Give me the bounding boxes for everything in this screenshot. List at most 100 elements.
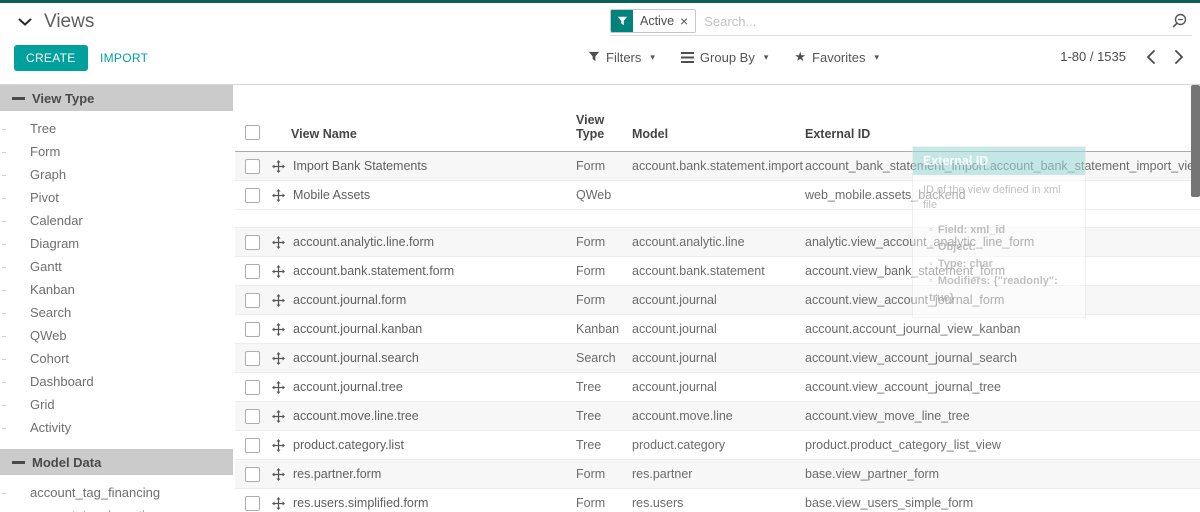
row-checkbox[interactable] (245, 380, 260, 395)
table-row[interactable]: account.bank.statement.form Form account… (235, 257, 1200, 286)
drag-handle-icon[interactable] (272, 468, 285, 481)
group-by-menu[interactable]: Group By ▾ (681, 50, 768, 65)
row-checkbox[interactable] (245, 293, 260, 308)
view-type-cell: Form (576, 152, 632, 181)
page-title: Views (44, 11, 94, 33)
external-id-cell: product.product_category_list_view (805, 431, 1200, 460)
table-row[interactable]: res.partner.form Form res.partner base.v… (235, 460, 1200, 489)
sidebar-item[interactable]: Diagram (0, 232, 233, 255)
sidebar-item[interactable]: account_tag_investing (0, 504, 233, 512)
view-type-cell: Form (576, 228, 632, 257)
create-button[interactable]: CREATE (14, 45, 88, 71)
pager-next-button[interactable] (1175, 50, 1184, 64)
table-row[interactable]: account.move.line.tree Tree account.move… (235, 402, 1200, 431)
row-checkbox[interactable] (245, 322, 260, 337)
sidebar-item[interactable]: Gantt (0, 255, 233, 278)
sidebar-item[interactable]: Tree (0, 117, 233, 140)
sidebar-item[interactable]: QWeb (0, 324, 233, 347)
external-id-cell: base.view_partner_form (805, 460, 1200, 489)
sidebar-item[interactable]: Activity (0, 416, 233, 439)
drag-handle-icon[interactable] (272, 294, 285, 307)
sidebar-item[interactable]: Calendar (0, 209, 233, 232)
table-row[interactable]: account.journal.tree Tree account.journa… (235, 373, 1200, 402)
table-row[interactable]: Import Bank Statements Form account.bank… (235, 152, 1200, 181)
row-checkbox[interactable] (245, 235, 260, 250)
chevron-down-icon[interactable] (18, 18, 32, 27)
model-cell (632, 181, 805, 210)
row-checkbox[interactable] (245, 438, 260, 453)
search-icon[interactable] (1170, 12, 1188, 30)
table-header-row: View Name View Type Model External ID (235, 85, 1200, 152)
column-view-type[interactable]: View Type (576, 85, 632, 152)
row-checkbox[interactable] (245, 188, 260, 203)
table-row[interactable]: Mobile Assets QWeb web_mobile.assets_bac… (235, 181, 1200, 210)
drag-handle-icon[interactable] (272, 410, 285, 423)
model-cell: account.bank.statement (632, 257, 805, 286)
breadcrumb: Views (18, 11, 94, 33)
external-id-cell: account.view_bank_statement_form (805, 257, 1200, 286)
row-checkbox[interactable] (245, 496, 260, 511)
list-view: View Name View Type Model External ID (235, 85, 1200, 512)
sidebar-item[interactable]: Cohort (0, 347, 233, 370)
row-checkbox[interactable] (245, 264, 260, 279)
sidebar-section-view-type[interactable]: View Type (0, 85, 233, 111)
sidebar-item[interactable]: Dashboard (0, 370, 233, 393)
drag-handle-icon[interactable] (272, 189, 285, 202)
drag-handle-icon[interactable] (272, 236, 285, 249)
drag-handle-icon[interactable] (272, 439, 285, 452)
row-checkbox[interactable] (245, 409, 260, 424)
view-name: account.journal.tree (293, 380, 403, 394)
table-row[interactable]: account.journal.form Form account.journa… (235, 286, 1200, 315)
filters-menu[interactable]: Filters ▾ (588, 50, 655, 65)
import-button[interactable]: IMPORT (94, 45, 154, 71)
select-all-checkbox[interactable] (245, 125, 260, 140)
view-name: account.journal.kanban (293, 322, 422, 336)
table-row[interactable]: product.category.list Tree product.categ… (235, 431, 1200, 460)
column-view-name[interactable]: View Name (271, 85, 576, 152)
table-row[interactable]: account.analytic.line.form Form account.… (235, 228, 1200, 257)
sidebar-item[interactable]: account_tag_financing (0, 481, 233, 504)
view-name: account.journal.form (293, 293, 406, 307)
drag-handle-icon[interactable] (272, 160, 285, 173)
view-name: res.partner.form (293, 467, 381, 481)
table-row[interactable]: account.journal.search Search account.jo… (235, 344, 1200, 373)
table-row[interactable]: account.journal.kanban Kanban account.jo… (235, 315, 1200, 344)
drag-handle-icon[interactable] (272, 265, 285, 278)
external-id-cell: account_bank_statement_import.account_ba… (805, 152, 1200, 181)
caret-down-icon: ▾ (650, 52, 655, 63)
sidebar-item[interactable]: Pivot (0, 186, 233, 209)
drag-handle-icon[interactable] (272, 381, 285, 394)
view-type-cell: Search (576, 344, 632, 373)
column-external-id[interactable]: External ID (805, 85, 1200, 152)
top-strip (0, 0, 1200, 3)
search-input[interactable] (696, 14, 1170, 29)
table-row[interactable]: res.users.simplified.form Form res.users… (235, 489, 1200, 512)
drag-handle-icon[interactable] (272, 497, 285, 510)
column-model[interactable]: Model (632, 85, 805, 152)
sidebar-item[interactable]: Form (0, 140, 233, 163)
model-cell: account.analytic.line (632, 228, 805, 257)
group-by-icon (681, 52, 694, 63)
view-name: account.move.line.tree (293, 409, 419, 423)
model-cell: res.partner (632, 460, 805, 489)
sidebar-item[interactable]: Search (0, 301, 233, 324)
model-cell (632, 210, 805, 228)
facet-remove-icon[interactable]: × (680, 14, 688, 28)
drag-handle-icon[interactable] (272, 323, 285, 336)
view-name: Import Bank Statements (293, 159, 427, 173)
sidebar-section-model-data[interactable]: Model Data (0, 449, 233, 475)
pager-previous-button[interactable] (1146, 50, 1155, 64)
view-type-cell: Form (576, 489, 632, 512)
sidebar-item[interactable]: Graph (0, 163, 233, 186)
row-checkbox[interactable] (245, 351, 260, 366)
row-checkbox[interactable] (245, 467, 260, 482)
favorites-menu[interactable]: ★ Favorites ▾ (794, 49, 879, 65)
sidebar-item[interactable]: Kanban (0, 278, 233, 301)
table-row[interactable] (235, 210, 1200, 228)
search-facet-active[interactable]: Active × (610, 9, 696, 33)
external-id-cell: account.account_journal_view_kanban (805, 315, 1200, 344)
vertical-scrollbar-thumb[interactable] (1191, 85, 1200, 197)
row-checkbox[interactable] (245, 159, 260, 174)
sidebar-item[interactable]: Grid (0, 393, 233, 416)
drag-handle-icon[interactable] (272, 352, 285, 365)
